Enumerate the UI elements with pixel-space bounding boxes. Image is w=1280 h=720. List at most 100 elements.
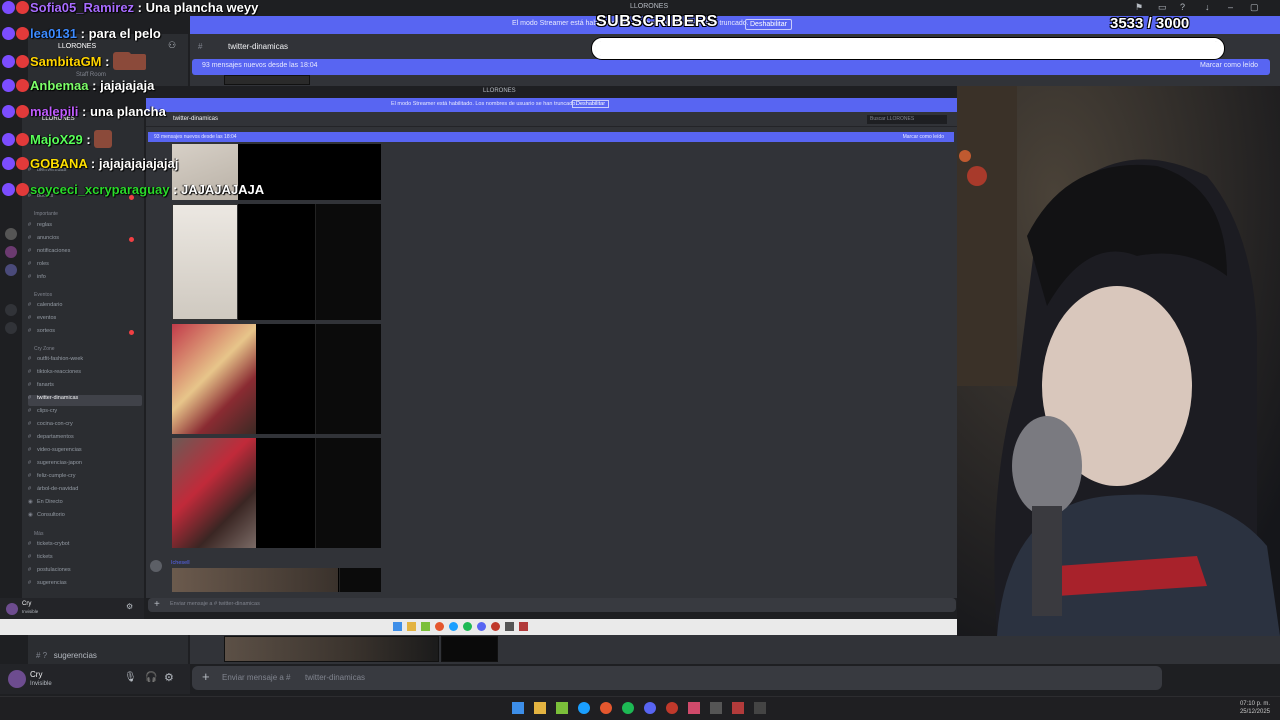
add-server-icon[interactable] bbox=[5, 304, 17, 316]
avatar[interactable] bbox=[150, 560, 162, 572]
discord-icon[interactable] bbox=[477, 622, 486, 631]
avatar[interactable] bbox=[6, 603, 18, 615]
app-icon[interactable] bbox=[754, 702, 766, 714]
inner-new-messages-bar[interactable]: 93 mensajes nuevos desde las 18:04 Marca… bbox=[148, 132, 954, 142]
sidebar-item--rbol-de-navidad[interactable]: # árbol-de-navidad bbox=[28, 486, 142, 497]
download-icon[interactable]: ↓ bbox=[1205, 2, 1210, 12]
chat-separator: : bbox=[134, 0, 146, 15]
gear-icon[interactable]: ⚙ bbox=[164, 671, 174, 684]
sidebar-item-feliz-cumple-cry[interactable]: # feliz-cumple-cry bbox=[28, 473, 142, 484]
sidebar-item-roles[interactable]: # roles bbox=[28, 261, 142, 272]
app-icon[interactable] bbox=[519, 622, 528, 631]
sidebar-item-sugerencias[interactable]: # sugerencias bbox=[28, 580, 142, 591]
sidebar-item-consultorio[interactable]: ◉ Consultorio bbox=[28, 512, 142, 523]
avatar[interactable] bbox=[8, 670, 26, 688]
folder-icon[interactable] bbox=[407, 622, 416, 631]
sidebar-item-clips-cry[interactable]: # clips-cry bbox=[28, 408, 142, 419]
sidebar-item-sugerencias[interactable]: # ? sugerencias bbox=[36, 645, 186, 660]
subscribers-count: 3533 / 3000 bbox=[1110, 15, 1189, 32]
sidebar-item-postulaciones[interactable]: # postulaciones bbox=[28, 567, 142, 578]
start-icon[interactable] bbox=[393, 622, 402, 631]
composer-placeholder: Enviar mensaje a # bbox=[222, 673, 291, 682]
steam-icon[interactable] bbox=[578, 702, 590, 714]
app-icon[interactable] bbox=[556, 702, 568, 714]
message-composer[interactable]: + Enviar mensaje a # twitter-dinamicas bbox=[192, 666, 1162, 690]
microphone-icon[interactable]: 🎙 bbox=[124, 672, 137, 683]
tweet-preview[interactable] bbox=[441, 636, 498, 662]
server-icon[interactable] bbox=[5, 228, 17, 240]
sidebar-item-departamentos[interactable]: # departamentos bbox=[28, 434, 142, 445]
sidebar-item-eventos[interactable]: # eventos bbox=[28, 315, 142, 326]
sidebar-item-tickets[interactable]: # tickets bbox=[28, 554, 142, 565]
folder-icon[interactable] bbox=[534, 702, 546, 714]
spotify-icon[interactable] bbox=[463, 622, 472, 631]
inner-username: Cry bbox=[22, 601, 32, 607]
image-attachment[interactable] bbox=[224, 75, 310, 85]
sidebar-item-notificaciones[interactable]: # notificaciones bbox=[28, 248, 142, 259]
image-attachment[interactable] bbox=[172, 324, 381, 434]
headphones-icon[interactable]: 🎧 bbox=[145, 672, 157, 683]
inner-mark-read-button[interactable]: Marcar como leído bbox=[903, 134, 944, 140]
emote-icon bbox=[113, 52, 132, 70]
spotify-icon[interactable] bbox=[622, 702, 634, 714]
obs-icon[interactable] bbox=[505, 622, 514, 631]
clock-date: 25/12/2025 bbox=[1239, 709, 1270, 715]
message-author[interactable]: Ichesell bbox=[171, 560, 190, 566]
sidebar-item-calendario[interactable]: # calendario bbox=[28, 302, 142, 313]
app-icon[interactable] bbox=[688, 702, 700, 714]
minimize-icon[interactable]: – bbox=[1228, 2, 1233, 12]
explore-icon[interactable] bbox=[5, 322, 17, 334]
sidebar-item-video-sugerencias[interactable]: # video-sugerencias bbox=[28, 447, 142, 458]
image-attachment[interactable] bbox=[172, 204, 381, 320]
sidebar-item-twitter-dinamicas[interactable]: # twitter-dinamicas bbox=[28, 395, 142, 406]
sidebar-item-en-directo[interactable]: ◉ En Directo bbox=[28, 499, 142, 510]
image-attachment[interactable] bbox=[172, 568, 381, 592]
category-label[interactable]: Eventos bbox=[34, 292, 52, 298]
sidebar-item-fanarts[interactable]: # fanarts bbox=[28, 382, 142, 393]
app-icon[interactable] bbox=[421, 622, 430, 631]
sidebar-item-anuncios[interactable]: # anuncios bbox=[28, 235, 142, 246]
inner-disable-button[interactable]: Deshabilitar bbox=[572, 100, 610, 108]
sidebar-item-tiktoks-reacciones[interactable]: # tiktoks-reacciones bbox=[28, 369, 142, 380]
steam-icon[interactable] bbox=[449, 622, 458, 631]
sidebar-item-label: tickets-crybot bbox=[37, 541, 70, 547]
plus-icon[interactable]: + bbox=[154, 599, 160, 610]
new-messages-bar[interactable]: 93 mensajes nuevos desde las 18:04 Marca… bbox=[192, 59, 1270, 75]
add-member-icon[interactable]: ⚇ bbox=[168, 40, 176, 51]
inner-search-input[interactable]: Buscar LLORONES bbox=[867, 115, 947, 124]
sidebar-item-outfit-fashion-week[interactable]: # outfit-fashion-week bbox=[28, 356, 142, 367]
sidebar-item-info[interactable]: # info bbox=[28, 274, 142, 285]
inbox-icon[interactable]: ⚑ bbox=[1135, 2, 1143, 13]
plus-icon[interactable]: + bbox=[202, 669, 210, 684]
server-icon[interactable] bbox=[5, 264, 17, 276]
start-icon[interactable] bbox=[512, 702, 524, 714]
app-icon[interactable] bbox=[666, 702, 678, 714]
server-icon[interactable] bbox=[5, 246, 17, 258]
image-attachment[interactable] bbox=[172, 438, 381, 548]
hash-icon: # bbox=[28, 395, 32, 401]
gear-icon[interactable]: ⚙ bbox=[126, 602, 133, 611]
screen-icon[interactable]: ▭ bbox=[1158, 2, 1167, 13]
browser-icon[interactable] bbox=[600, 702, 612, 714]
inner-message-composer[interactable]: + Enviar mensaje a # twitter-dinamicas bbox=[148, 598, 956, 612]
voice-channel-icon: ◉ bbox=[28, 499, 33, 505]
app-icon[interactable] bbox=[491, 622, 500, 631]
sidebar-item-sugerencias-japon[interactable]: # sugerencias-japon bbox=[28, 460, 142, 471]
system-clock[interactable]: 07:10 p. m. 25/12/2025 bbox=[1240, 700, 1270, 716]
sidebar-item-reglas[interactable]: # reglas bbox=[28, 222, 142, 233]
category-label[interactable]: Importante bbox=[34, 211, 58, 217]
disable-streamer-button[interactable]: Deshabilitar bbox=[745, 19, 792, 30]
obs-icon[interactable] bbox=[710, 702, 722, 714]
sidebar-item-cocina-con-cry[interactable]: # cocina-con-cry bbox=[28, 421, 142, 432]
maximize-icon[interactable]: ▢ bbox=[1250, 2, 1259, 13]
sidebar-item-sorteos[interactable]: # sorteos bbox=[28, 328, 142, 339]
category-label[interactable]: Cry Zone bbox=[34, 346, 55, 352]
mark-read-button[interactable]: Marcar como leído bbox=[1200, 62, 1258, 69]
sidebar-item-tickets-crybot[interactable]: # tickets-crybot bbox=[28, 541, 142, 552]
category-label[interactable]: Más bbox=[34, 531, 43, 537]
app-icon[interactable] bbox=[732, 702, 744, 714]
browser-icon[interactable] bbox=[435, 622, 444, 631]
help-icon[interactable]: ? bbox=[1180, 2, 1185, 12]
image-attachment[interactable] bbox=[224, 636, 439, 662]
discord-icon[interactable] bbox=[644, 702, 656, 714]
